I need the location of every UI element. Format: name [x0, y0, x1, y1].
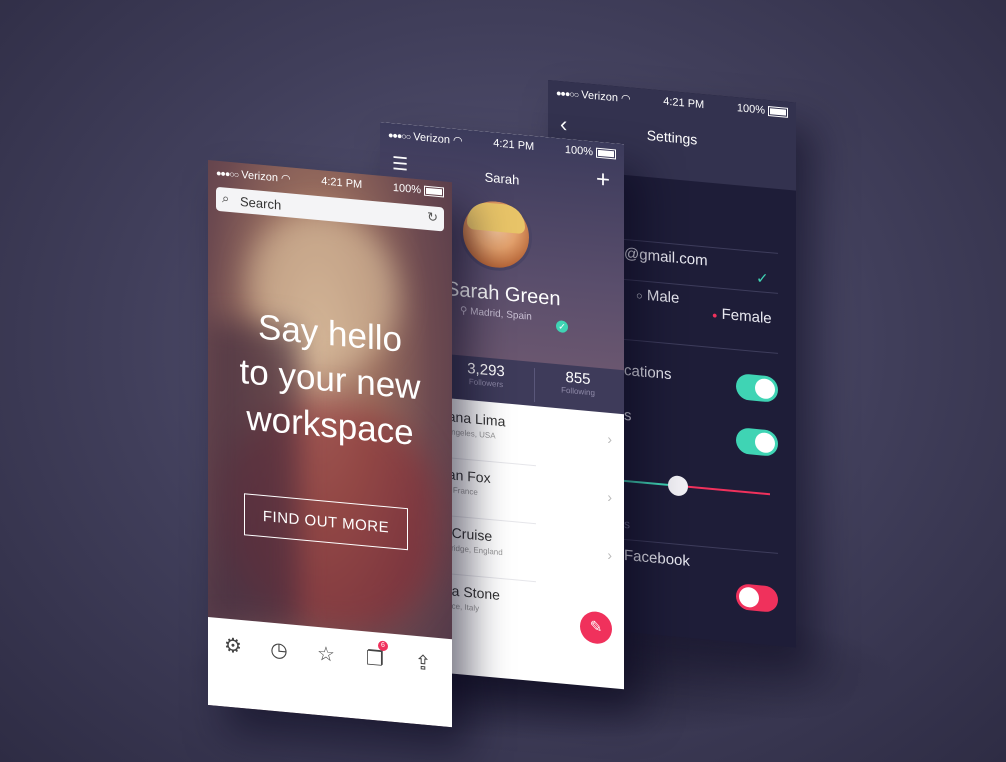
chevron-right-icon: › — [607, 546, 612, 564]
divider — [608, 337, 778, 354]
second-setting-toggle[interactable] — [736, 427, 778, 457]
star-icon[interactable]: ☆ — [311, 638, 341, 671]
carrier-label: Verizon — [581, 88, 618, 104]
radio-filled-icon: ● — [712, 309, 718, 321]
location-text: Madrid, Spain — [470, 306, 532, 323]
search-icon: ⌕ — [222, 190, 230, 206]
carrier-label: Verizon — [241, 168, 278, 184]
search-input[interactable] — [240, 191, 390, 224]
following-stat[interactable]: 855 Following — [538, 366, 618, 399]
gender-female-label: Female — [721, 305, 772, 328]
chevron-right-icon: › — [607, 488, 612, 506]
facebook-toggle[interactable] — [736, 583, 778, 613]
workspace-screen: ●●●○○ Verizon ◠ 4:21 PM 100% ⌕ ↻ Say hel… — [208, 160, 452, 728]
carrier-label: Verizon — [413, 130, 450, 146]
clock: 4:21 PM — [663, 95, 705, 112]
clock: 4:21 PM — [493, 137, 535, 154]
volume-slider[interactable] — [624, 471, 770, 504]
verified-check-icon: ✓ — [556, 320, 568, 334]
toggle-knob — [739, 586, 759, 609]
divider — [534, 368, 535, 403]
battery-percent: 100% — [392, 181, 421, 197]
copy-icon[interactable]: ❐ 6 — [360, 640, 390, 676]
toggle-knob — [755, 377, 775, 400]
gender-male-label: Male — [646, 286, 680, 307]
signal-icon: ●●●○○ — [216, 167, 239, 180]
battery-percent: 100% — [564, 143, 593, 159]
chevron-right-icon: › — [607, 430, 612, 448]
location-pin-icon: ⚲ — [460, 305, 468, 317]
email-section-label: n — [616, 196, 796, 226]
signal-icon: ●●●○○ — [388, 129, 411, 142]
check-icon: ✓ — [756, 269, 769, 289]
battery-icon — [423, 185, 444, 198]
slider-track-filled — [624, 479, 668, 486]
notifications-toggle[interactable] — [736, 373, 778, 403]
wifi-icon: ◠ — [281, 172, 291, 186]
edit-icon: ✎ — [589, 618, 603, 637]
battery-icon — [767, 106, 788, 118]
slider-track-empty — [688, 485, 770, 496]
slider-thumb[interactable] — [668, 474, 688, 497]
battery-percent: 100% — [736, 102, 765, 117]
followers-stat[interactable]: 3,293 Followers — [442, 358, 530, 392]
clock: 4:21 PM — [321, 175, 363, 192]
add-icon[interactable]: + — [596, 166, 610, 195]
avatar — [460, 195, 532, 274]
hero-headline: Say hello to your new workspace — [208, 300, 452, 460]
notification-badge: 6 — [378, 640, 388, 652]
radio-empty-icon: ○ — [636, 290, 643, 303]
toggle-knob — [755, 431, 775, 454]
battery-icon — [595, 147, 616, 160]
wifi-icon: ◠ — [453, 134, 463, 148]
share-icon[interactable]: ⇪ — [408, 647, 438, 680]
signal-icon: ●●●○○ — [556, 87, 579, 100]
status-bar: ●●●○○ Verizon ◠ 4:21 PM 100% — [548, 80, 796, 125]
refresh-icon[interactable]: ↻ — [427, 209, 438, 226]
wifi-icon: ◠ — [621, 92, 631, 106]
history-icon[interactable]: ◷ — [264, 634, 294, 667]
gear-icon[interactable]: ⚙ — [218, 630, 248, 663]
